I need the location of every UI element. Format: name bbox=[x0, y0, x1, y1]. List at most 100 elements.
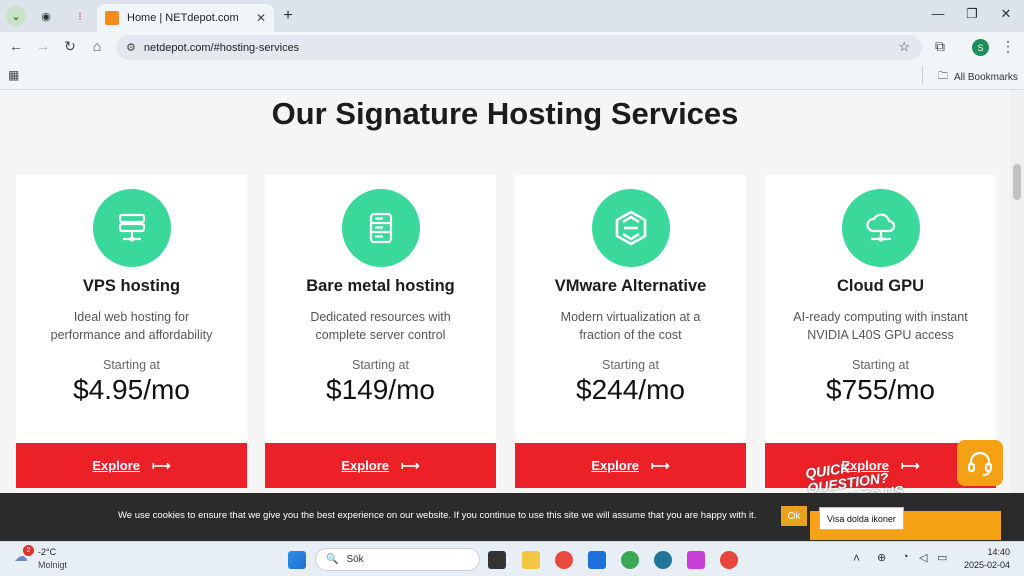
wordpress-icon[interactable] bbox=[654, 551, 672, 569]
chrome-canary-icon[interactable] bbox=[555, 551, 573, 569]
server-stack-icon bbox=[93, 189, 171, 267]
chrome-profile-icon[interactable] bbox=[621, 551, 639, 569]
file-explorer-icon[interactable] bbox=[522, 551, 540, 569]
card-price: $4.95/mo bbox=[73, 374, 190, 405]
all-bookmarks-button[interactable]: 🗀 All Bookmarks bbox=[938, 69, 1018, 86]
bookmark-star-icon[interactable]: ☆ bbox=[898, 39, 910, 55]
forward-icon[interactable]: → bbox=[33, 38, 53, 54]
weather-temp[interactable]: -2°C bbox=[38, 547, 56, 557]
database-server-icon bbox=[342, 189, 420, 267]
new-tab-icon[interactable]: + bbox=[278, 6, 298, 26]
starting-at-label: Starting at bbox=[602, 358, 659, 372]
bookmarks-bar: ▦ 🗀 All Bookmarks bbox=[0, 62, 1024, 90]
service-card-vps: VPS hosting Ideal web hosting for perform… bbox=[16, 175, 247, 488]
starting-at-label: Starting at bbox=[852, 358, 909, 372]
reload-icon[interactable]: ↻ bbox=[60, 38, 80, 55]
windows-taskbar: ☁ 2 -2°C Molnigt 🔍 Sök ˄ ⊕ ◔ ◁ ▭ 14:40 20… bbox=[0, 541, 1024, 576]
desc-line: complete server control bbox=[315, 328, 446, 342]
service-card-vmware: VMware Alternative Modern virtualization… bbox=[515, 175, 746, 488]
show-hidden-icons-tooltip: Visa dolda ikoner bbox=[819, 507, 904, 530]
active-tab[interactable]: Home | NETdepot.com ✕ bbox=[97, 4, 274, 32]
extensions-icon[interactable]: ⧉ bbox=[930, 38, 950, 55]
arrow-right-icon: ⟼ bbox=[651, 457, 670, 473]
chrome-icon[interactable] bbox=[720, 551, 738, 569]
all-bookmarks-label: All Bookmarks bbox=[954, 72, 1018, 83]
page-scrollbar[interactable] bbox=[1010, 90, 1024, 493]
tab-title: Home | NETdepot.com bbox=[127, 12, 239, 24]
desc-line: Ideal web hosting for bbox=[73, 310, 190, 324]
desc-line: NVIDIA L40S GPU access bbox=[807, 328, 954, 342]
explore-label: Explore bbox=[92, 458, 141, 473]
explore-button-vmware[interactable]: Explore ⟼ bbox=[515, 443, 746, 488]
section-heading: Our Signature Hosting Services bbox=[271, 96, 739, 131]
url-text: netdepot.com/#hosting-services bbox=[143, 41, 300, 54]
card-title: VMware Alternative bbox=[554, 277, 707, 295]
page-content: Our Signature Hosting Services VPS hosti… bbox=[0, 90, 1010, 493]
chat-support-button[interactable] bbox=[957, 440, 1003, 486]
chevron-up-icon[interactable]: ˄ bbox=[853, 551, 860, 565]
headset-icon bbox=[967, 451, 993, 477]
minimize-icon[interactable]: — bbox=[928, 6, 948, 21]
card-title: Bare metal hosting bbox=[306, 277, 455, 295]
card-price: $244/mo bbox=[576, 374, 685, 405]
card-price: $755/mo bbox=[826, 374, 935, 405]
weather-badge: 2 bbox=[23, 545, 34, 556]
windows-start-icon[interactable] bbox=[288, 551, 306, 569]
clock-time[interactable]: 14:40 bbox=[966, 547, 1010, 557]
site-info-icon[interactable]: ⚙ bbox=[126, 41, 136, 54]
desc-line: performance and affordability bbox=[50, 328, 213, 342]
bing-icon[interactable] bbox=[588, 551, 606, 569]
cookie-ok-button[interactable]: Ok bbox=[781, 506, 807, 526]
pinned-tab-icon-2[interactable]: ⁝ bbox=[70, 6, 90, 26]
card-description: Modern virtualization at a fraction of th… bbox=[535, 308, 726, 344]
card-title: Cloud GPU bbox=[836, 277, 925, 295]
tab-search-button[interactable]: ⌄ bbox=[6, 6, 26, 26]
desc-line: Modern virtualization at a bbox=[560, 310, 701, 324]
tab-strip: ⌄ ◉ ⁝ Home | NETdepot.com ✕ + — ❐ ✕ bbox=[0, 0, 1024, 32]
battery-icon[interactable]: ▭ bbox=[937, 551, 947, 564]
profile-avatar[interactable]: S bbox=[972, 39, 989, 56]
card-description: AI-ready computing with instant NVIDIA L4… bbox=[785, 308, 976, 344]
taskbar-search[interactable]: 🔍 Sök bbox=[315, 548, 480, 571]
restore-icon[interactable]: ❐ bbox=[962, 6, 982, 22]
search-icon: 🔍 bbox=[326, 554, 339, 565]
divider bbox=[922, 66, 923, 84]
hexagon-logo-icon bbox=[592, 189, 670, 267]
volume-icon[interactable]: ◁ bbox=[919, 551, 927, 564]
network-status-icon[interactable]: ⊕ bbox=[877, 551, 886, 564]
close-tab-icon[interactable]: ✕ bbox=[256, 11, 266, 25]
clock-date[interactable]: 2025-02-04 bbox=[960, 560, 1010, 570]
search-placeholder: Sök bbox=[346, 554, 364, 565]
arrow-right-icon: ⟼ bbox=[401, 457, 420, 473]
explore-button-bare-metal[interactable]: Explore ⟼ bbox=[265, 443, 496, 488]
card-description: Ideal web hosting for performance and aff… bbox=[36, 308, 227, 344]
copilot-icon[interactable] bbox=[687, 551, 705, 569]
card-description: Dedicated resources with complete server … bbox=[285, 308, 476, 344]
starting-at-label: Starting at bbox=[352, 358, 409, 372]
scrollbar-thumb[interactable] bbox=[1013, 164, 1021, 200]
address-bar[interactable]: ⚙ netdepot.com/#hosting-services ☆ bbox=[116, 35, 922, 60]
desc-line: Dedicated resources with bbox=[310, 310, 451, 324]
close-window-icon[interactable]: ✕ bbox=[996, 6, 1016, 22]
back-icon[interactable]: ← bbox=[6, 38, 26, 54]
apps-grid-icon[interactable]: ▦ bbox=[8, 68, 19, 82]
card-price: $149/mo bbox=[326, 374, 435, 405]
menu-icon[interactable]: ⋮ bbox=[998, 38, 1018, 55]
arrow-right-icon: ⟼ bbox=[152, 457, 171, 473]
card-title: VPS hosting bbox=[82, 277, 181, 295]
netdepot-favicon-icon bbox=[105, 11, 119, 25]
service-card-bare-metal: Bare metal hosting Dedicated resources w… bbox=[265, 175, 496, 488]
cookie-text: We use cookies to ensure that we give yo… bbox=[118, 510, 757, 521]
explore-label: Explore bbox=[341, 458, 390, 473]
folder-icon: 🗀 bbox=[938, 71, 948, 82]
pinned-tab-icon[interactable]: ◉ bbox=[36, 6, 56, 26]
explore-button-vps[interactable]: Explore ⟼ bbox=[16, 443, 247, 488]
task-view-icon[interactable] bbox=[488, 551, 506, 569]
cloud-network-icon bbox=[842, 189, 920, 267]
home-icon[interactable]: ⌂ bbox=[87, 38, 107, 54]
weather-desc[interactable]: Molnigt bbox=[38, 560, 67, 570]
browser-toolbar: ← → ↻ ⌂ ⚙ netdepot.com/#hosting-services… bbox=[0, 32, 1024, 62]
starting-at-label: Starting at bbox=[103, 358, 160, 372]
desc-line: fraction of the cost bbox=[579, 328, 682, 342]
wifi-icon[interactable]: ◔ bbox=[902, 551, 909, 563]
